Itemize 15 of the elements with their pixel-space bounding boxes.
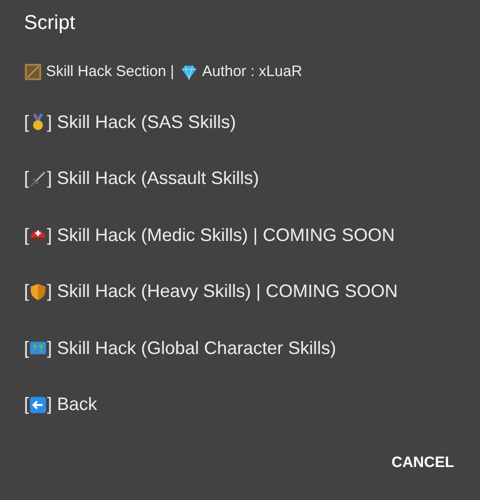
dialog-title: Script	[23, 11, 76, 36]
gem-icon	[180, 63, 198, 81]
menu-item[interactable]: [ ] Back	[0, 376, 480, 433]
cancel-button[interactable]: CANCEL	[384, 444, 462, 482]
menu-item[interactable]: [ ] Skill Hack (Assault Skills)	[0, 150, 480, 207]
menu-item[interactable]: [ ] Skill Hack (Global Character Skills)	[0, 320, 480, 376]
header-text: Author : xLuaR	[202, 62, 302, 82]
menu-item[interactable]: [ ] Skill Hack (Medic Skills) | COMING SOON	[0, 207, 480, 264]
shield-icon	[29, 282, 48, 301]
dagger-icon	[29, 170, 48, 188]
picture-frame-icon	[24, 63, 42, 81]
header-text: Skill Hack Section |	[46, 62, 174, 82]
menu-item[interactable]: [ ] Skill Hack (SAS Skills)	[0, 94, 480, 150]
world-map-icon	[29, 339, 48, 358]
menu-item[interactable]: [ ] Skill Hack (Heavy Skills) | COMING SOON	[0, 264, 480, 320]
